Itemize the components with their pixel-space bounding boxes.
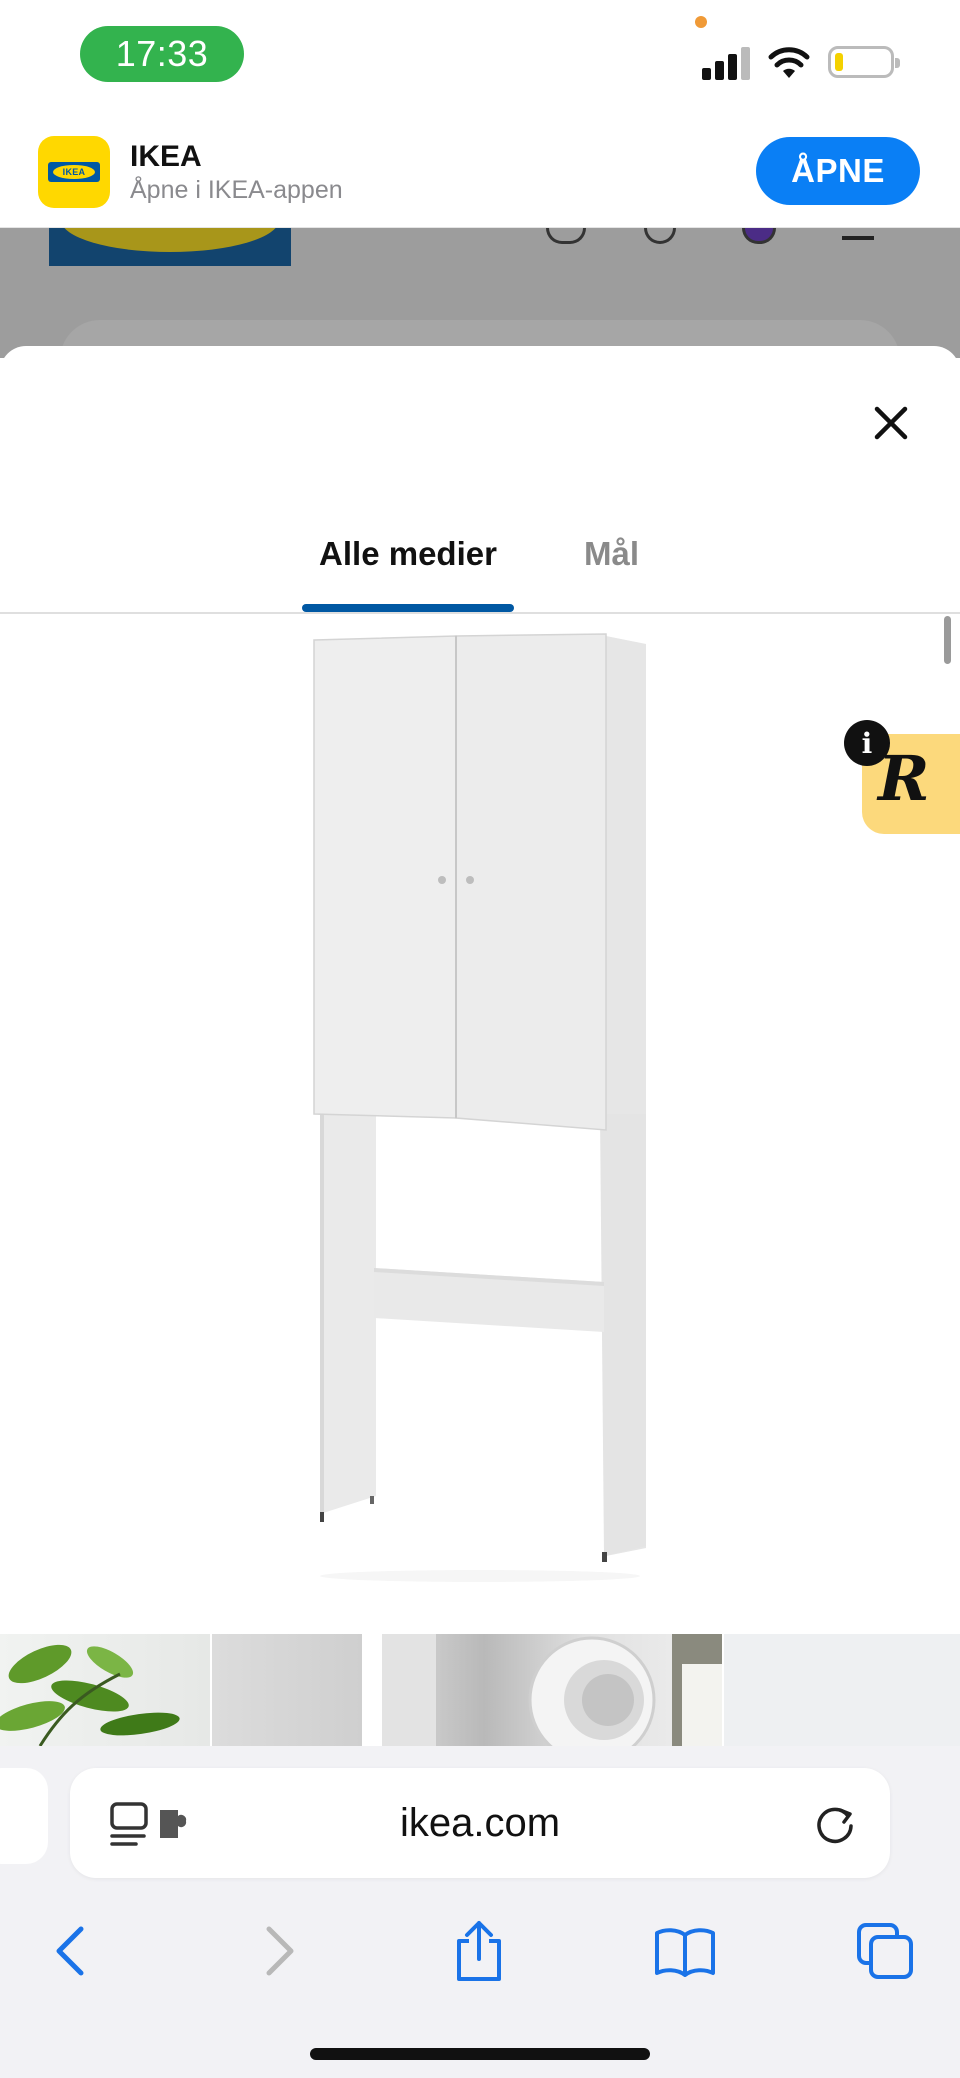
share-icon xyxy=(457,1921,501,1981)
battery-icon xyxy=(828,46,900,78)
app-subtitle: Åpne i IKEA-appen xyxy=(130,176,343,204)
status-bar: 17:33 xyxy=(0,0,960,118)
ikea-app-icon: IKEA xyxy=(38,136,110,208)
reload-icon[interactable] xyxy=(812,1800,858,1846)
thumbnail-washing-machine[interactable] xyxy=(382,1634,722,1746)
bookmarks-button[interactable] xyxy=(640,1906,730,1996)
forward-arrow-icon xyxy=(266,1926,294,1976)
home-indicator[interactable] xyxy=(310,2048,650,2060)
forward-button[interactable] xyxy=(234,1906,324,1996)
app-name: IKEA xyxy=(130,140,202,173)
thumbnail-strip xyxy=(0,1634,960,1746)
profile-icon xyxy=(546,228,586,244)
browser-nav-row xyxy=(0,1906,960,1996)
product-image[interactable] xyxy=(0,616,960,1626)
address-bar[interactable]: ikea.com xyxy=(70,1768,890,1878)
page-backdrop xyxy=(0,228,960,358)
book-icon xyxy=(655,1928,715,1977)
close-icon xyxy=(874,406,908,440)
wifi-icon xyxy=(768,47,810,78)
url-text: ikea.com xyxy=(399,1800,561,1845)
cart-icon xyxy=(742,228,776,244)
heart-icon xyxy=(644,228,676,244)
thumbnail-extra[interactable] xyxy=(724,1634,960,1746)
open-app-button[interactable]: ÅPNE xyxy=(756,137,920,205)
ikea-logo xyxy=(49,228,291,266)
media-tabs: Alle medier Mål xyxy=(0,496,960,614)
previous-tab-preview[interactable] xyxy=(0,1768,48,1864)
tabs-icon xyxy=(857,1923,913,1979)
privacy-indicator-dot xyxy=(695,16,707,28)
info-icon[interactable]: i xyxy=(844,720,890,766)
close-button[interactable] xyxy=(866,398,916,448)
back-arrow-icon xyxy=(56,1926,84,1976)
status-time: 17:33 xyxy=(80,26,244,82)
cellular-signal-icon xyxy=(702,46,752,80)
browser-toolbar: ikea.com xyxy=(0,1746,960,2078)
cabinet-illustration xyxy=(313,633,646,1582)
share-button[interactable] xyxy=(434,1906,524,1996)
active-tab-indicator xyxy=(302,604,514,612)
thumbnail-plant[interactable] xyxy=(0,1634,210,1746)
tab-all-media[interactable]: Alle medier xyxy=(302,496,514,612)
media-modal: Alle medier Mål R i xyxy=(0,346,960,1746)
tab-dimensions[interactable]: Mål xyxy=(584,496,639,612)
back-button[interactable] xyxy=(26,1906,116,1996)
smart-app-banner: IKEA IKEA Åpne i IKEA-appen ÅPNE xyxy=(0,118,960,228)
tabs-button[interactable] xyxy=(840,1906,930,1996)
thumbnail-cabinet-detail[interactable] xyxy=(212,1634,362,1746)
menu-icon xyxy=(842,236,874,240)
